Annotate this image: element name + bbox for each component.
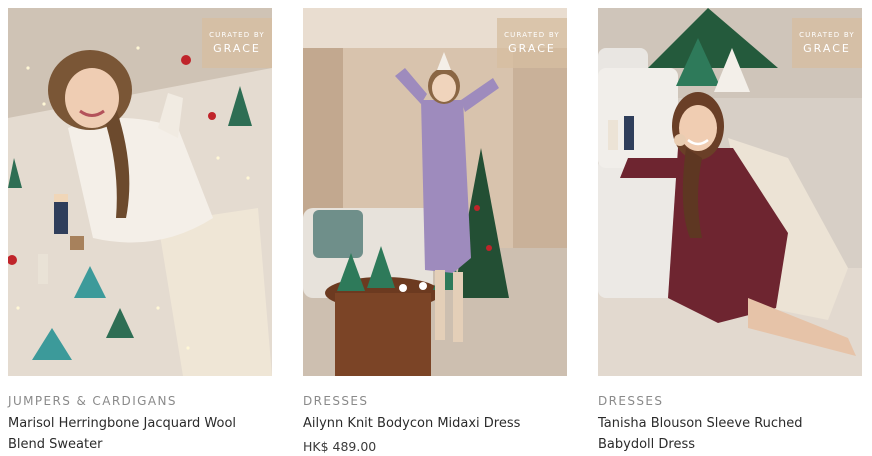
product-category: DRESSES <box>598 394 664 408</box>
product-category: JUMPERS & CARDIGANS <box>8 394 177 408</box>
product-image[interactable]: CURATED BY GRACE <box>8 8 272 376</box>
curated-badge: CURATED BY GRACE <box>497 18 567 68</box>
product-grid: CURATED BY GRACE JUMPERS & CARDIGANS Mar… <box>0 0 872 456</box>
badge-caption: CURATED BY <box>504 30 560 39</box>
product-title[interactable]: Tanisha Blouson Sleeve Ruched Babydoll D… <box>598 413 862 455</box>
badge-curator-name: GRACE <box>508 41 556 55</box>
badge-caption: CURATED BY <box>209 30 265 39</box>
product-image[interactable]: CURATED BY GRACE <box>303 8 567 376</box>
curated-badge: CURATED BY GRACE <box>202 18 272 68</box>
product-card: CURATED BY GRACE DRESSES Ailynn Knit Bod… <box>303 8 567 455</box>
badge-curator-name: GRACE <box>213 41 261 55</box>
badge-caption: CURATED BY <box>799 30 855 39</box>
product-category: DRESSES <box>303 394 369 408</box>
product-image[interactable]: CURATED BY GRACE <box>598 8 862 376</box>
product-price: HK$ 489.00 <box>303 439 377 454</box>
badge-curator-name: GRACE <box>803 41 851 55</box>
curated-badge: CURATED BY GRACE <box>792 18 862 68</box>
product-card: CURATED BY GRACE JUMPERS & CARDIGANS Mar… <box>8 8 272 455</box>
product-card: CURATED BY GRACE DRESSES Tanisha Blouson… <box>598 8 862 455</box>
product-title[interactable]: Marisol Herringbone Jacquard Wool Blend … <box>8 413 272 455</box>
product-title[interactable]: Ailynn Knit Bodycon Midaxi Dress <box>303 413 567 434</box>
